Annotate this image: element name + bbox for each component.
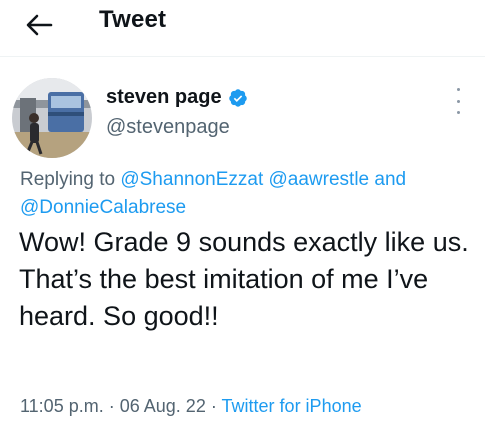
tweet-text: Wow! Grade 9 sounds exactly like us. Tha… [19,227,469,331]
mention-conjunction: and [374,169,407,190]
mention-link[interactable]: @ShannonEzzat [120,169,263,190]
top-bar: Tweet [0,0,485,50]
tweet-time[interactable]: 11:05 p.m. [20,396,104,416]
more-options-button[interactable] [452,88,464,114]
mention-link[interactable]: @DonnieCalabrese [20,197,186,218]
arrow-left-icon [26,14,53,36]
more-dot-icon [456,111,460,114]
reply-context: Replying to @ShannonEzzat @aawrestle and… [20,166,470,222]
tweet-meta: 11:05 p.m. · 06 Aug. 22 · Twitter for iP… [20,396,362,417]
author-display-name[interactable]: steven page [106,86,222,109]
author-handle[interactable]: @stevenpage [106,116,230,139]
page-title: Tweet [99,6,167,33]
header-divider [0,56,485,57]
back-button[interactable] [22,10,56,40]
meta-separator: · [108,396,115,416]
more-dot-icon [456,99,460,103]
mention-link[interactable]: @aawrestle [269,169,370,190]
tweet-date[interactable]: 06 Aug. 22 [120,396,206,416]
avatar[interactable] [12,78,92,158]
reply-prefix: Replying to [20,169,116,190]
author-name-row[interactable]: steven page [106,86,248,109]
verified-badge-icon [228,88,247,107]
meta-separator: · [210,396,217,416]
avatar-photo [12,78,92,158]
tweet-source-link[interactable]: Twitter for iPhone [222,396,362,416]
more-dot-icon [456,88,460,91]
